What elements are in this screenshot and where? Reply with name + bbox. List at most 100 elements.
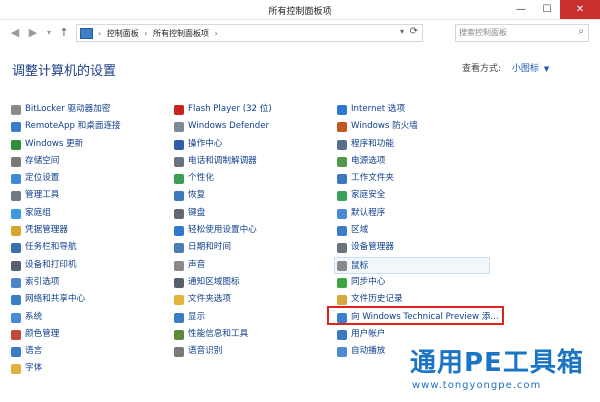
breadcrumb-all-items[interactable]: 所有控制面板项 (153, 29, 209, 38)
item-label: Internet 选项 (351, 104, 406, 114)
control-panel-item[interactable]: 键盘 (174, 205, 324, 222)
control-panel-item[interactable]: 电源选项 (337, 153, 487, 170)
item-label: 鼠标 (351, 260, 369, 271)
control-panel-item[interactable]: Flash Player (32 位) (174, 101, 324, 118)
control-panel-item[interactable]: 家庭组 (11, 205, 161, 222)
view-by-selector[interactable]: 查看方式: 小图标 ▼ (462, 61, 549, 74)
control-panel-item[interactable]: 设备和打印机 (11, 257, 161, 274)
control-panel-item[interactable]: 恢复 (174, 187, 324, 204)
control-panel-item[interactable]: 设备管理器 (337, 239, 487, 256)
control-panel-item[interactable]: 日期和时间 (174, 239, 324, 256)
item-label: 凭据管理器 (25, 225, 68, 236)
control-panel-item[interactable]: Internet 选项 (337, 101, 487, 118)
item-label: RemoteApp 和桌面连接 (25, 121, 121, 132)
control-panel-item[interactable]: 默认程序 (337, 205, 487, 222)
item-label: 定位设置 (25, 173, 60, 184)
control-panel-item[interactable]: BitLocker 驱动器加密 (11, 101, 161, 118)
control-panel-item[interactable]: 字体 (11, 360, 161, 377)
item-icon (174, 156, 184, 167)
item-label: 程序和功能 (351, 138, 394, 149)
item-label: 工作文件夹 (351, 173, 394, 184)
control-panel-icon (80, 28, 93, 39)
control-panel-item[interactable]: 索引选项 (11, 274, 161, 291)
item-label: 区域 (351, 225, 369, 236)
address-bar[interactable]: › 控制面板 › 所有控制面板项 › ▾ ⟳ (76, 24, 423, 42)
control-panel-item[interactable]: 定位设置 (11, 170, 161, 187)
control-panel-item[interactable]: 系统 (11, 309, 161, 326)
control-panel-item[interactable]: 性能信息和工具 (174, 326, 324, 343)
item-icon (11, 122, 21, 133)
navigation-bar: ◀ ▶ ▾ ↑ › 控制面板 › 所有控制面板项 › ▾ ⟳ ⌕ (0, 20, 600, 46)
control-panel-item[interactable]: 电话和调制解调器 (174, 153, 324, 170)
item-label: Windows Defender (188, 121, 270, 132)
address-dropdown-icon[interactable]: ▾ (400, 27, 404, 36)
control-panel-item[interactable]: 显示 (174, 309, 324, 326)
control-panel-item[interactable]: 通知区域图标 (174, 274, 324, 291)
chevron-down-icon[interactable]: ▼ (544, 65, 549, 73)
control-panel-item[interactable]: 语言 (11, 343, 161, 360)
item-label: 语言 (25, 346, 43, 357)
item-label: 任务栏和导航 (25, 242, 77, 253)
control-panel-item[interactable]: 操作中心 (174, 136, 324, 153)
control-panel-item[interactable]: 语音识别 (174, 343, 324, 360)
item-icon (11, 295, 21, 306)
control-panel-item[interactable]: 管理工具 (11, 187, 161, 204)
control-panel-item[interactable]: 程序和功能 (337, 136, 487, 153)
control-panel-item[interactable]: 任务栏和导航 (11, 239, 161, 256)
forward-button[interactable]: ▶ (26, 25, 40, 41)
control-panel-item[interactable]: 鼠标 (334, 256, 490, 274)
item-icon (11, 191, 21, 202)
item-label: 设备和打印机 (25, 259, 77, 270)
search-icon[interactable]: ⌕ (578, 26, 584, 37)
control-panel-item[interactable]: Windows 防火墙 (337, 118, 487, 135)
item-label: 键盘 (188, 207, 206, 218)
control-panel-item[interactable]: 文件夹选项 (174, 291, 324, 308)
control-panel-item[interactable]: Windows 更新 (11, 136, 161, 153)
item-label: 索引选项 (25, 276, 60, 287)
breadcrumb-separator: › (214, 29, 218, 38)
breadcrumb-separator: › (144, 29, 148, 38)
search-box[interactable]: ⌕ (455, 24, 589, 42)
item-icon (337, 295, 347, 306)
item-icon (11, 156, 21, 167)
control-panel-item[interactable]: 个性化 (174, 170, 324, 187)
control-panel-item[interactable]: 存储空间 (11, 153, 161, 170)
control-panel-item[interactable]: 家庭安全 (337, 187, 487, 204)
minimize-button[interactable]: — (508, 0, 534, 19)
item-icon (11, 243, 21, 254)
item-icon (337, 347, 347, 358)
up-button[interactable]: ↑ (58, 25, 70, 41)
item-icon (337, 226, 347, 237)
title-bar: 所有控制面板项 — ☐ ✕ (0, 0, 600, 20)
item-label: 日期和时间 (188, 242, 231, 253)
back-button[interactable]: ◀ (8, 25, 22, 41)
control-panel-item[interactable]: RemoteApp 和桌面连接 (11, 118, 161, 135)
control-panel-item[interactable]: 轻松使用设置中心 (174, 222, 324, 239)
item-icon (174, 174, 184, 185)
search-input[interactable] (459, 26, 567, 38)
watermark-url: www.tongyongpe.com (412, 380, 542, 391)
refresh-icon[interactable]: ⟳ (410, 26, 418, 37)
item-icon (11, 364, 21, 375)
watermark-title: 通用PE工具箱 (410, 348, 584, 378)
control-panel-item[interactable]: 颜色管理 (11, 326, 161, 343)
item-icon (11, 329, 21, 340)
close-button[interactable]: ✕ (560, 0, 600, 19)
item-icon (337, 139, 347, 150)
breadcrumb-control-panel[interactable]: 控制面板 (107, 29, 139, 38)
view-by-value[interactable]: 小图标 (512, 64, 539, 74)
control-panel-item[interactable]: Windows Defender (174, 118, 324, 135)
control-panel-item[interactable]: 区域 (337, 222, 487, 239)
control-panel-item[interactable]: 同步中心 (337, 274, 487, 291)
item-label: 设备管理器 (351, 242, 394, 253)
control-panel-item[interactable]: 工作文件夹 (337, 170, 487, 187)
maximize-button[interactable]: ☐ (534, 0, 560, 19)
control-panel-item[interactable]: 声音 (174, 257, 324, 274)
item-label: Windows 防火墙 (351, 121, 418, 132)
item-label: 个性化 (188, 173, 214, 184)
recent-locations-button[interactable]: ▾ (44, 25, 54, 41)
breadcrumb: › 控制面板 › 所有控制面板项 › (95, 28, 221, 39)
control-panel-item[interactable]: 凭据管理器 (11, 222, 161, 239)
item-label: 轻松使用设置中心 (188, 225, 257, 236)
control-panel-item[interactable]: 网络和共享中心 (11, 291, 161, 308)
